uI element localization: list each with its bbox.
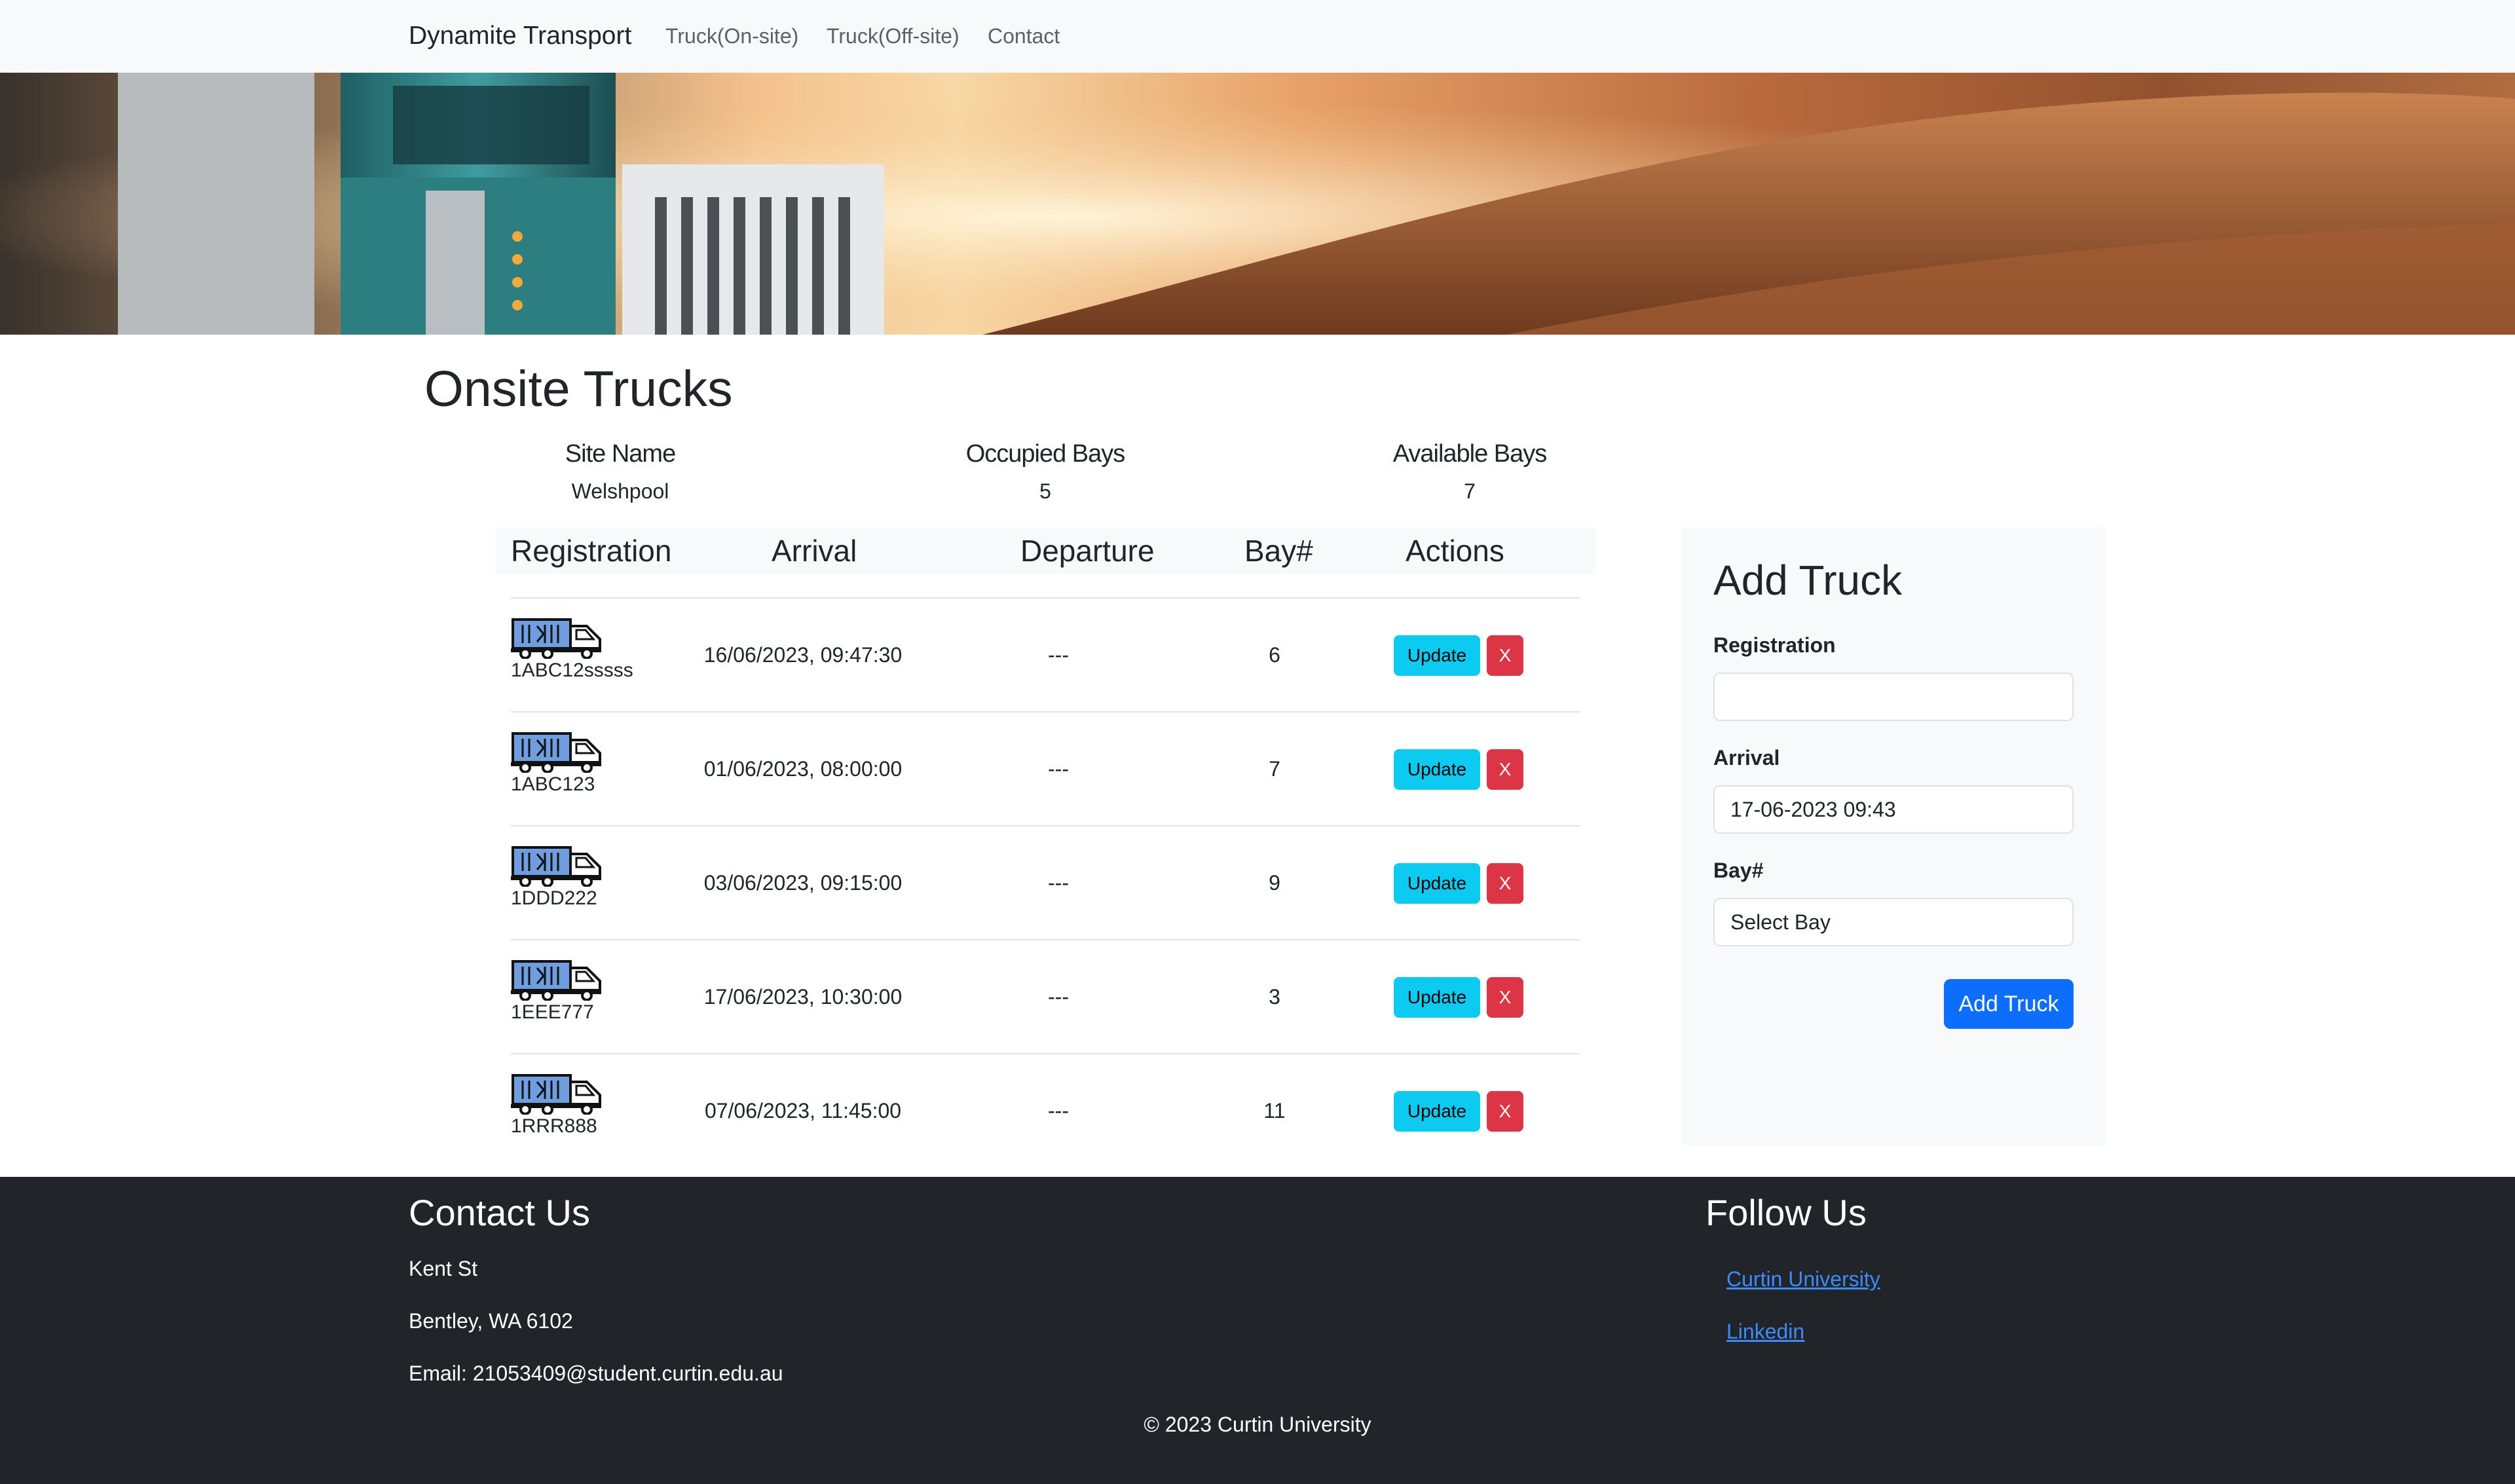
departure-value: --- <box>1048 871 1069 895</box>
truck-icon <box>511 846 601 887</box>
available-bays-value: 7 <box>1464 479 1476 503</box>
arrival-label: Arrival <box>1713 746 1780 770</box>
departure-value: --- <box>1048 757 1069 781</box>
follow-title: Follow Us <box>1705 1192 1867 1233</box>
update-button[interactable]: Update <box>1394 635 1480 676</box>
registration-value: 1DDD222 <box>511 887 597 909</box>
navbar: Dynamite Transport Truck(On-site) Truck(… <box>0 0 2515 73</box>
site-name-value: Welshpool <box>571 479 669 503</box>
update-button[interactable]: Update <box>1394 863 1480 904</box>
header-departure: Departure <box>1020 534 1155 568</box>
arrival-input[interactable]: 17-06-2023 09:43 <box>1713 785 2074 834</box>
add-truck-panel: Add Truck Registration Arrival 17-06-202… <box>1682 527 2106 1145</box>
update-button[interactable]: Update <box>1394 749 1480 790</box>
table-row: 1DDD222 03/06/2023, 09:15:00 --- 9 Updat… <box>511 825 1580 940</box>
hero-banner <box>0 73 2515 335</box>
table-header: Registration Arrival Departure Bay# Acti… <box>495 527 1595 574</box>
bay-value: 11 <box>1263 1099 1286 1122</box>
delete-button[interactable]: X <box>1487 977 1523 1018</box>
truck-icon <box>511 618 601 659</box>
departure-value: --- <box>1048 643 1069 667</box>
registration-value: 1ABC123 <box>511 773 595 795</box>
add-truck-title: Add Truck <box>1713 557 1903 604</box>
add-truck-button[interactable]: Add Truck <box>1944 979 2074 1029</box>
bay-select[interactable]: Select Bay <box>1713 898 2074 946</box>
bay-label: Bay# <box>1713 859 1764 882</box>
delete-button[interactable]: X <box>1487 1091 1523 1132</box>
occupied-bays-summary: Occupied Bays 5 <box>914 439 1176 504</box>
header-bay: Bay# <box>1244 534 1313 568</box>
arrival-value: 17/06/2023, 10:30:00 <box>703 985 903 1009</box>
table-row: 1ABC123 01/06/2023, 08:00:00 --- 7 Updat… <box>511 711 1580 826</box>
site-name-summary: Site Name Welshpool <box>522 439 718 504</box>
brand-link[interactable]: Dynamite Transport <box>409 20 631 52</box>
arrival-value: 01/06/2023, 08:00:00 <box>703 757 903 781</box>
departure-value: --- <box>1048 1099 1069 1122</box>
header-actions: Actions <box>1406 534 1504 568</box>
truck-icon <box>511 1074 601 1115</box>
bay-value: 6 <box>1269 643 1280 667</box>
nav-link-truck-offsite[interactable]: Truck(Off-site) <box>827 22 959 50</box>
bay-value: 7 <box>1269 757 1280 781</box>
registration-input[interactable] <box>1713 673 2074 721</box>
update-button[interactable]: Update <box>1394 1091 1480 1132</box>
registration-value: 1RRR888 <box>511 1115 597 1137</box>
occupied-bays-value: 5 <box>1039 479 1051 503</box>
registration-value: 1ABC12sssss <box>511 659 633 681</box>
truck-icon <box>511 960 601 1001</box>
contact-title: Contact Us <box>409 1192 590 1233</box>
bay-value: 9 <box>1269 871 1280 895</box>
header-arrival: Arrival <box>772 534 857 568</box>
table-row: 1ABC12sssss 16/06/2023, 09:47:30 --- 6 U… <box>511 597 1580 713</box>
available-bays-label: Available Bays <box>1392 440 1548 468</box>
footer: Contact Us Kent St Bentley, WA 6102 Emai… <box>0 1177 2515 1484</box>
delete-button[interactable]: X <box>1487 749 1523 790</box>
table-row: 1RRR888 07/06/2023, 11:45:00 --- 11 Upda… <box>511 1053 1580 1168</box>
header-registration: Registration <box>511 534 672 568</box>
arrival-value: 03/06/2023, 09:15:00 <box>703 871 903 895</box>
update-button[interactable]: Update <box>1394 977 1480 1018</box>
hero-truck-image <box>0 73 2515 335</box>
available-bays-summary: Available Bays 7 <box>1339 439 1601 504</box>
table-row: 1EEE777 17/06/2023, 10:30:00 --- 3 Updat… <box>511 939 1580 1054</box>
delete-button[interactable]: X <box>1487 635 1523 676</box>
truck-icon <box>511 732 601 773</box>
arrival-value: 07/06/2023, 11:45:00 <box>704 1099 902 1122</box>
site-name-label: Site Name <box>565 440 676 468</box>
departure-value: --- <box>1048 985 1069 1009</box>
registration-label: Registration <box>1713 633 1836 657</box>
occupied-bays-label: Occupied Bays <box>965 440 1126 468</box>
page-title: Onsite Trucks <box>424 361 733 417</box>
arrival-value: 16/06/2023, 09:47:30 <box>703 643 903 667</box>
registration-value: 1EEE777 <box>511 1001 594 1023</box>
contact-email: Email: 21053409@student.curtin.edu.au <box>409 1362 783 1385</box>
bay-value: 3 <box>1269 985 1280 1009</box>
linkedin-link[interactable]: Linkedin <box>1726 1318 1804 1345</box>
nav-link-truck-onsite[interactable]: Truck(On-site) <box>665 22 798 50</box>
delete-button[interactable]: X <box>1487 863 1523 904</box>
copyright: © 2023 Curtin University <box>1144 1413 1371 1436</box>
address-line-1: Kent St <box>409 1257 477 1280</box>
nav-link-contact[interactable]: Contact <box>988 22 1060 50</box>
address-line-2: Bentley, WA 6102 <box>409 1309 573 1333</box>
curtin-university-link[interactable]: Curtin University <box>1726 1266 1880 1292</box>
